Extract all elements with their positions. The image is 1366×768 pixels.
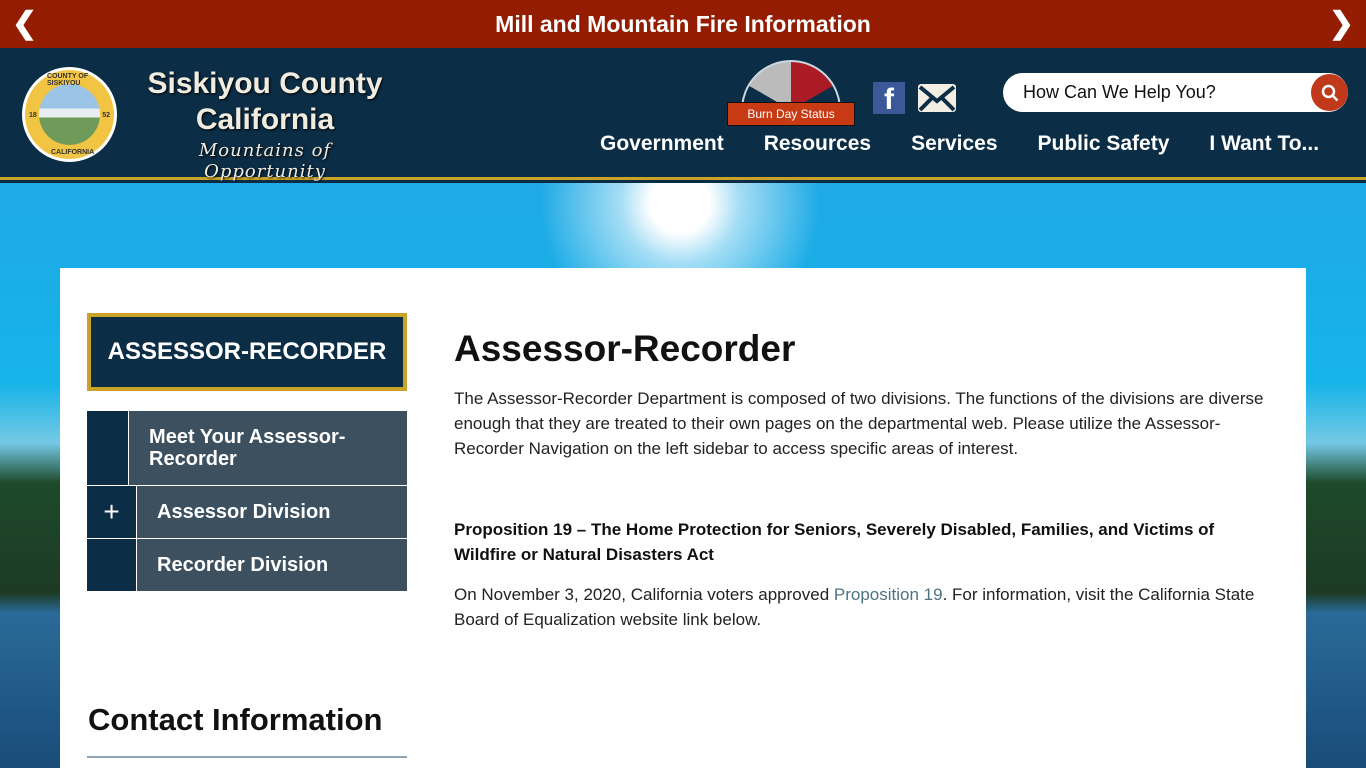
envelope-icon[interactable] [918,84,956,112]
sidebar-menu: Meet Your Assessor-Recorder + Assessor D… [87,411,407,591]
divider [87,756,407,758]
prop19-heading: Proposition 19 – The Home Protection for… [454,517,1264,567]
search-input[interactable] [1023,73,1303,112]
sidebar-item-meet-assessor[interactable]: Meet Your Assessor-Recorder [87,411,407,486]
brand-line-1: Siskiyou County [147,67,383,100]
main-nav: Government Resources Services Public Saf… [600,132,1319,156]
site-brand[interactable]: Siskiyou County California Mountains of … [140,66,390,182]
text: On November 3, 2020, California voters a… [454,585,834,604]
alert-title[interactable]: Mill and Mountain Fire Information [495,11,871,38]
seal-text: 18 [29,112,37,119]
contact-heading: Contact Information [88,702,383,737]
sidebar-item-label: Meet Your Assessor-Recorder [149,426,346,470]
nav-government[interactable]: Government [600,132,724,156]
sidebar-item-assessor-division[interactable]: + Assessor Division [87,486,407,539]
nav-i-want-to[interactable]: I Want To... [1209,132,1319,156]
page-title: Assessor-Recorder [454,328,796,369]
burn-day-status[interactable]: Burn Day Status [727,60,855,126]
chevron-left-icon[interactable]: ❮ [12,6,37,41]
search-box [1003,73,1348,112]
nav-resources[interactable]: Resources [764,132,871,156]
brand-tagline: Mountains of Opportunity [198,140,332,182]
expand-toggle [87,539,137,591]
burn-day-label: Burn Day Status [727,102,855,126]
site-header: COUNTY OF SISKIYOU 18 52 CALIFORNIA Sisk… [0,48,1366,182]
proposition-19-link[interactable]: Proposition 19 [834,585,943,604]
search-button[interactable] [1311,74,1348,111]
sidebar-item-label: Assessor Division [157,501,331,523]
plus-icon[interactable]: + [87,486,137,538]
brand-line-2: California [195,103,335,136]
prop19-paragraph: On November 3, 2020, California voters a… [454,582,1264,632]
intro-paragraph: The Assessor-Recorder Department is comp… [454,389,1264,458]
nav-public-safety[interactable]: Public Safety [1038,132,1170,156]
seal-text: COUNTY OF SISKIYOU [47,73,89,87]
chevron-right-icon[interactable]: ❯ [1329,6,1354,41]
prop19-heading-text: Proposition 19 – The Home Protection for… [454,520,1215,564]
expand-toggle [87,411,130,485]
nav-services[interactable]: Services [911,132,997,156]
facebook-icon[interactable]: f [873,82,905,114]
department-title[interactable]: ASSESSOR-RECORDER [87,313,407,391]
gauge-icon [741,60,841,104]
sidebar-item-recorder-division[interactable]: Recorder Division [87,539,407,591]
alert-banner: ❮ Mill and Mountain Fire Information ❯ [0,0,1366,48]
county-seal-logo[interactable]: COUNTY OF SISKIYOU 18 52 CALIFORNIA [22,67,117,162]
search-icon [1321,84,1338,101]
seal-text: 52 [102,112,110,119]
seal-text: CALIFORNIA [51,149,95,156]
sidebar-item-label: Recorder Division [157,554,329,576]
